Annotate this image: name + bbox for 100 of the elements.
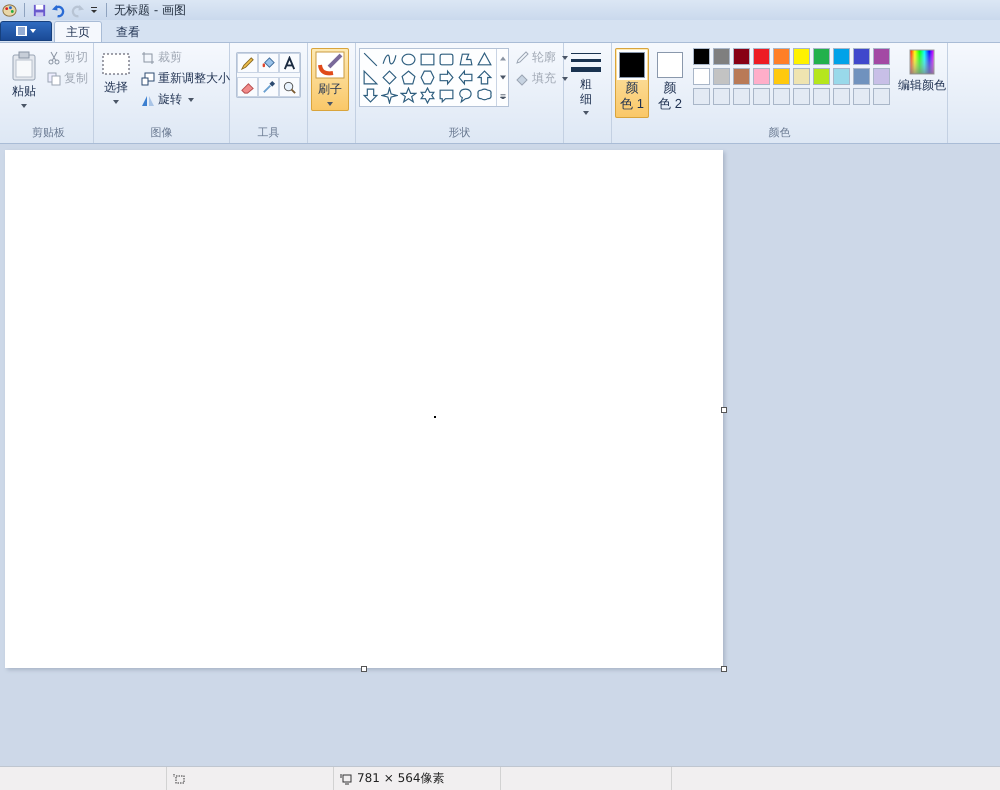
- group-label: 颜色: [768, 125, 792, 141]
- empty-swatch[interactable]: [873, 88, 890, 105]
- shape-icon[interactable]: [438, 87, 455, 104]
- shape-icon[interactable]: [457, 69, 474, 86]
- clipboard-icon: [11, 51, 37, 81]
- color-swatch[interactable]: [773, 68, 790, 85]
- color-swatch[interactable]: [853, 68, 870, 85]
- paint-bucket-icon: [515, 72, 529, 86]
- resize-handle[interactable]: [721, 666, 727, 672]
- resize-handle[interactable]: [721, 407, 727, 413]
- shape-icon[interactable]: [362, 87, 379, 104]
- color-swatch[interactable]: [733, 48, 750, 65]
- shape-icon[interactable]: [362, 51, 379, 68]
- selection-icon: [101, 51, 131, 77]
- color-swatch[interactable]: [853, 48, 870, 65]
- empty-swatch[interactable]: [693, 88, 710, 105]
- shape-icon[interactable]: [476, 69, 493, 86]
- color-swatch[interactable]: [693, 48, 710, 65]
- empty-swatch[interactable]: [793, 88, 810, 105]
- paint-bucket-icon[interactable]: [258, 53, 279, 73]
- save-icon[interactable]: [32, 2, 47, 18]
- brush-icon: [315, 51, 345, 79]
- color-swatch[interactable]: [773, 48, 790, 65]
- text-icon[interactable]: [279, 53, 300, 73]
- menu-icon: [15, 25, 37, 37]
- shape-icon[interactable]: [381, 87, 398, 104]
- copy-icon: [47, 72, 61, 86]
- color-swatch[interactable]: [753, 48, 770, 65]
- shape-icon[interactable]: [457, 51, 474, 68]
- color-swatch[interactable]: [753, 68, 770, 85]
- select-button[interactable]: 选择: [97, 48, 135, 109]
- shape-icon[interactable]: [419, 69, 436, 86]
- empty-swatch[interactable]: [733, 88, 750, 105]
- color-button[interactable]: 颜色 2: [653, 48, 687, 118]
- shape-icon[interactable]: [400, 69, 417, 86]
- pen-icon: [515, 50, 529, 64]
- crop-icon: [141, 50, 155, 64]
- ribbon-tab[interactable]: 主页: [54, 21, 102, 42]
- color-button[interactable]: 颜色 1: [615, 48, 649, 118]
- palette-icon: [2, 2, 17, 18]
- pencil-icon[interactable]: [237, 53, 258, 73]
- color-swatch[interactable]: [833, 68, 850, 85]
- color-swatch[interactable]: [813, 68, 830, 85]
- caret-icon: [21, 104, 27, 108]
- customize-menu-icon[interactable]: [89, 5, 99, 15]
- magnifier-icon[interactable]: [279, 77, 300, 97]
- color-swatch[interactable]: [873, 68, 890, 85]
- edit-colors-button[interactable]: 编辑颜色: [894, 48, 950, 97]
- color-swatch[interactable]: [833, 48, 850, 65]
- color-swatch[interactable]: [793, 48, 810, 65]
- group-label: 剪贴板: [31, 125, 66, 141]
- line-width-icon: [571, 51, 601, 75]
- shape-icon[interactable]: [438, 69, 455, 86]
- shape-icon[interactable]: [457, 87, 474, 104]
- scissors-icon: [47, 50, 61, 64]
- selection-size-icon: [173, 772, 185, 784]
- scroll-down-icon[interactable]: [500, 75, 506, 80]
- resize-button[interactable]: 重新调整大小: [139, 69, 232, 88]
- shape-icon[interactable]: [419, 87, 436, 104]
- caret-icon: [562, 56, 568, 60]
- color-picker-icon[interactable]: [258, 77, 279, 97]
- undo-icon[interactable]: [51, 2, 66, 18]
- empty-swatch[interactable]: [813, 88, 830, 105]
- empty-swatch[interactable]: [853, 88, 870, 105]
- expand-icon[interactable]: [500, 94, 506, 99]
- color-swatch[interactable]: [733, 68, 750, 85]
- color-swatch[interactable]: [813, 48, 830, 65]
- rainbow-icon: [909, 49, 935, 75]
- caret-icon: [188, 98, 194, 102]
- shape-icon[interactable]: [438, 51, 455, 68]
- color-swatch[interactable]: [713, 48, 730, 65]
- shape-icon[interactable]: [419, 51, 436, 68]
- application-menu-button[interactable]: [0, 21, 52, 41]
- empty-swatch[interactable]: [833, 88, 850, 105]
- paste-button[interactable]: 粘贴: [7, 48, 41, 113]
- color-swatch[interactable]: [713, 68, 730, 85]
- empty-swatch[interactable]: [713, 88, 730, 105]
- scroll-up-icon[interactable]: [500, 56, 506, 61]
- shape-icon[interactable]: [476, 51, 493, 68]
- window-title: 无标题 - 画图: [114, 2, 186, 18]
- rotate-button[interactable]: 旋转: [139, 90, 232, 109]
- resize-icon: [141, 72, 155, 86]
- empty-swatch[interactable]: [753, 88, 770, 105]
- color-swatch[interactable]: [793, 68, 810, 85]
- color-swatch[interactable]: [693, 68, 710, 85]
- group-label: 形状: [448, 125, 472, 141]
- brush-button[interactable]: 刷子: [311, 48, 349, 111]
- caret-icon: [562, 76, 568, 80]
- empty-swatch[interactable]: [773, 88, 790, 105]
- caret-icon: [583, 111, 589, 115]
- eraser-icon[interactable]: [237, 77, 258, 97]
- shape-icon[interactable]: [400, 51, 417, 68]
- caret-icon: [327, 102, 333, 106]
- shape-icon[interactable]: [400, 87, 417, 104]
- ribbon-tab[interactable]: 查看: [104, 21, 152, 42]
- resize-handle[interactable]: [361, 666, 367, 672]
- shape-icon[interactable]: [381, 69, 398, 86]
- color-swatch[interactable]: [873, 48, 890, 65]
- group-label: 图像: [150, 125, 174, 141]
- shape-icon[interactable]: [362, 69, 379, 86]
